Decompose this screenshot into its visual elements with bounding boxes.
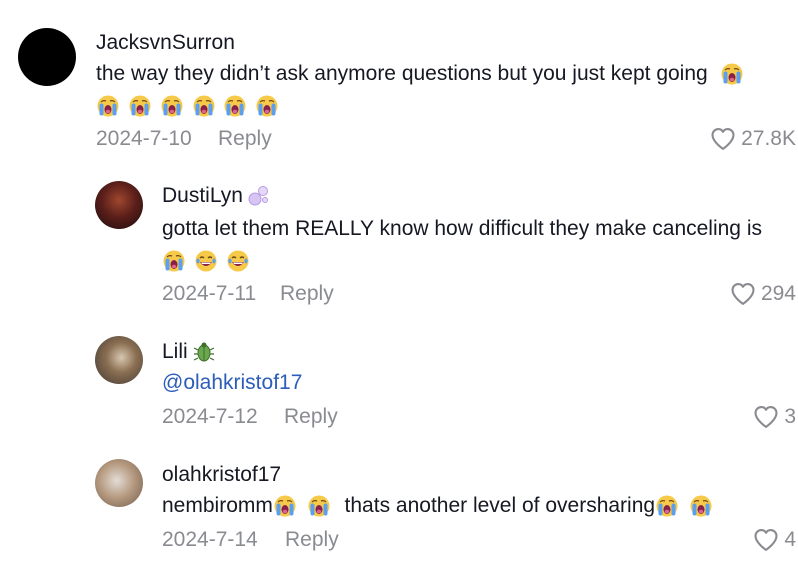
reply-button[interactable]: Reply	[285, 528, 339, 552]
avatar[interactable]	[95, 459, 143, 507]
loudly-crying-face-icon	[689, 494, 713, 518]
comment-date: 2024-7-14	[162, 528, 258, 551]
loudly-crying-face-icon	[307, 494, 331, 518]
heart-outline-icon	[752, 526, 780, 554]
comment-item: olahkristof17 nembiromm thats another le…	[0, 0, 798, 568]
comment-text: nembiromm thats another level of oversha…	[162, 490, 713, 521]
like-button[interactable]: 4	[752, 526, 796, 554]
like-count: 4	[784, 528, 796, 551]
loudly-crying-face-icon	[655, 494, 679, 518]
loudly-crying-face-icon	[273, 494, 297, 518]
comment-username[interactable]: olahkristof17	[162, 463, 281, 487]
